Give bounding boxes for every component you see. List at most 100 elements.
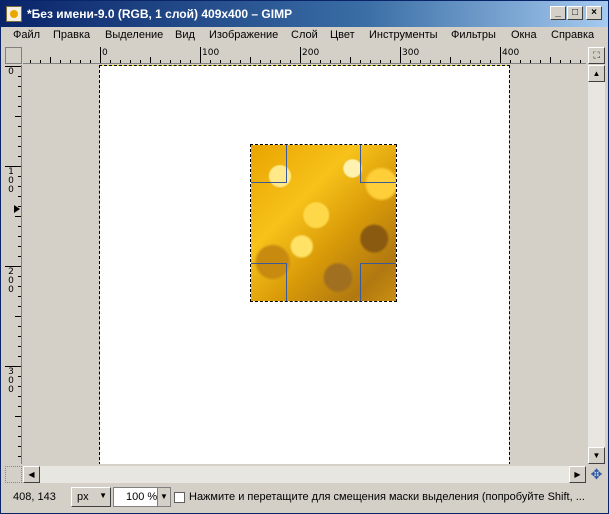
handle-bottom-right[interactable] — [360, 263, 396, 301]
ruler-tick — [18, 356, 21, 357]
ruler-tick — [18, 326, 21, 327]
ruler-tick — [550, 57, 551, 63]
menu-help[interactable]: Справка — [551, 29, 594, 41]
ruler-tick — [30, 60, 31, 63]
ruler-tick — [18, 126, 21, 127]
menu-filters[interactable]: Фильтры — [451, 29, 496, 41]
menu-tools[interactable]: Инструменты — [369, 29, 438, 41]
ruler-tick — [190, 60, 191, 63]
ruler-tick — [18, 436, 21, 437]
ruler-tick — [540, 60, 541, 63]
ruler-tick — [18, 86, 21, 87]
scroll-left-button[interactable]: ◀ — [23, 466, 40, 483]
floating-layer[interactable] — [250, 144, 397, 302]
ruler-tick — [120, 60, 121, 63]
ruler-tick — [370, 60, 371, 63]
gimp-window: *Без имени-9.0 (RGB, 1 слой) 409x400 – G… — [0, 0, 609, 514]
menu-file[interactable]: Файл — [13, 29, 40, 41]
ruler-tick — [18, 186, 21, 187]
ruler-tick — [210, 60, 211, 63]
scroll-down-button[interactable]: ▼ — [588, 447, 605, 464]
ruler-tick — [18, 76, 21, 77]
ruler-tick — [18, 386, 21, 387]
handle-top-left[interactable] — [251, 145, 287, 183]
ruler-label: 200 — [302, 48, 320, 58]
unit-value: px — [77, 491, 89, 503]
ruler-label: 400 — [502, 48, 520, 58]
zoom-value[interactable]: 100 % — [126, 491, 157, 503]
ruler-tick — [18, 96, 21, 97]
ruler-tick — [18, 396, 21, 397]
chevron-down-icon[interactable]: ▼ — [157, 488, 170, 506]
title-bar[interactable]: *Без имени-9.0 (RGB, 1 слой) 409x400 – G… — [1, 1, 608, 27]
ruler-tick — [18, 226, 21, 227]
menu-select[interactable]: Выделение — [105, 29, 163, 41]
horizontal-scrollbar[interactable]: ◀ ▶ — [23, 466, 586, 483]
ruler-tick — [18, 426, 21, 427]
unit-dropdown[interactable]: px ▼ — [71, 487, 111, 507]
ruler-tick — [530, 60, 531, 63]
ruler-tick — [440, 60, 441, 63]
ruler-tick — [260, 60, 261, 63]
zoom-fit-button[interactable]: ⛶ — [588, 47, 605, 64]
scroll-up-button[interactable]: ▲ — [588, 65, 605, 82]
ruler-tick — [18, 406, 21, 407]
menu-colors[interactable]: Цвет — [330, 29, 355, 41]
canvas-area[interactable] — [23, 65, 586, 464]
ruler-tick — [60, 60, 61, 63]
ruler-tick — [18, 446, 21, 447]
ruler-tick — [160, 60, 161, 63]
menu-image[interactable]: Изображение — [209, 29, 278, 41]
vertical-scrollbar[interactable]: ▲ ▼ — [588, 65, 605, 464]
ruler-tick — [50, 57, 51, 63]
ruler-tick — [480, 60, 481, 63]
ruler-tick — [15, 116, 21, 117]
ruler-tick — [430, 60, 431, 63]
horizontal-ruler[interactable]: 0 100 200 300 400 — [23, 47, 586, 64]
ruler-tick — [18, 346, 21, 347]
ruler-tick — [520, 60, 521, 63]
ruler-tick — [350, 57, 351, 63]
menu-edit[interactable]: Правка — [53, 29, 90, 41]
zoom-fit-icon[interactable]: ⛶ — [588, 47, 605, 64]
ruler-pointer-marker — [14, 205, 20, 213]
maximize-button[interactable]: □ — [567, 6, 583, 20]
ruler-tick — [110, 60, 111, 63]
handle-top-right[interactable] — [360, 145, 396, 183]
gimp-app-icon[interactable] — [6, 6, 22, 22]
ruler-tick — [180, 60, 181, 63]
vertical-ruler[interactable]: 0 100 200 300 — [5, 65, 22, 464]
menu-windows[interactable]: Окна — [511, 29, 537, 41]
close-button[interactable]: × — [586, 6, 602, 20]
ruler-tick — [18, 236, 21, 237]
ruler-tick — [400, 47, 401, 63]
ruler-tick — [18, 376, 21, 377]
ruler-corner[interactable] — [5, 47, 22, 64]
menu-layer[interactable]: Слой — [291, 29, 318, 41]
ruler-tick — [490, 60, 491, 63]
quick-mask-toggle[interactable] — [5, 466, 22, 483]
selection-mask-icon — [174, 492, 185, 503]
navigate-icon[interactable]: ✥ — [588, 466, 605, 483]
ruler-tick — [500, 47, 501, 63]
menu-view[interactable]: Вид — [175, 29, 195, 41]
status-message: Нажмите и перетащите для смещения маски … — [189, 491, 585, 503]
ruler-label: 0 — [102, 48, 108, 58]
ruler-tick — [18, 306, 21, 307]
ruler-tick — [18, 296, 21, 297]
image-canvas[interactable] — [99, 65, 510, 464]
ruler-tick — [90, 60, 91, 63]
zoom-combo[interactable]: 100 % ▼ — [113, 487, 171, 507]
ruler-tick — [150, 57, 151, 63]
handle-bottom-left[interactable] — [251, 263, 287, 301]
ruler-tick — [100, 47, 101, 63]
ruler-tick — [170, 60, 171, 63]
chevron-down-icon: ▼ — [99, 491, 107, 500]
ruler-tick — [80, 60, 81, 63]
ruler-tick — [290, 60, 291, 63]
ruler-tick — [510, 60, 511, 63]
scroll-right-button[interactable]: ▶ — [569, 466, 586, 483]
ruler-tick — [460, 60, 461, 63]
ruler-tick — [300, 47, 301, 63]
minimize-button[interactable]: _ — [550, 6, 566, 20]
